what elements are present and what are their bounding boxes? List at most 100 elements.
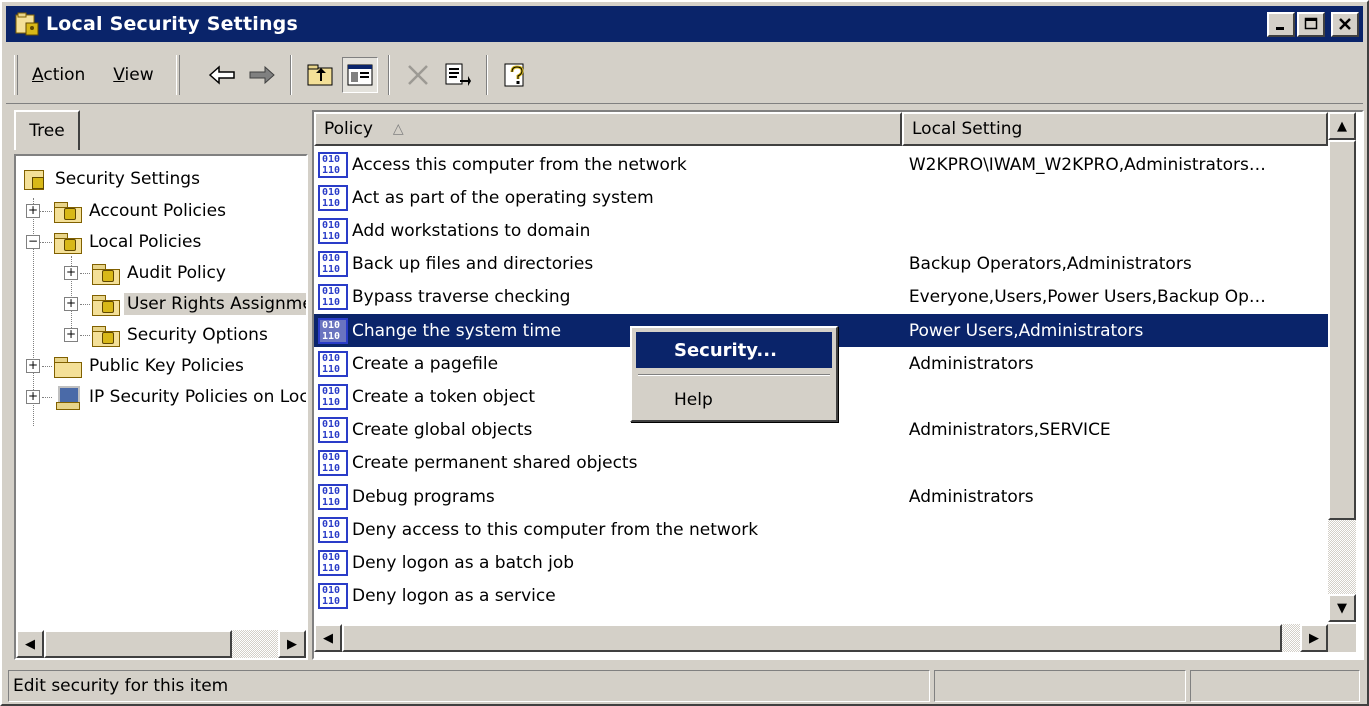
list-scroll-up-button[interactable]: ▲ (1328, 112, 1356, 140)
locked-folder-icon (52, 200, 82, 223)
policy-binary-icon: 010 110 (318, 417, 348, 444)
policy-name: Debug programs (352, 486, 495, 507)
toolbar-separator (188, 55, 194, 95)
locked-folder-icon (90, 324, 120, 347)
tree-scroll-left-button[interactable]: ◀ (16, 630, 44, 658)
expand-icon[interactable]: + (64, 297, 78, 311)
expand-icon[interactable]: + (64, 266, 78, 280)
menu-separator (638, 374, 830, 376)
scroll-corner (1328, 624, 1356, 652)
local-setting-value: Power Users,Administrators (908, 320, 1144, 341)
policy-name: Access this computer from the network (352, 154, 687, 175)
export-list-icon[interactable] (440, 57, 476, 93)
policy-binary-icon: 010 110 (318, 251, 348, 278)
policy-binary-icon: 010 110 (318, 483, 348, 510)
delete-icon[interactable] (400, 57, 436, 93)
window-controls (1267, 11, 1359, 37)
policy-name: Back up files and directories (352, 254, 594, 275)
local-setting-value: Administrators (908, 486, 1034, 507)
menu-action[interactable]: Action (18, 65, 99, 85)
toolbar-grip-2[interactable] (175, 54, 180, 95)
table-row[interactable]: 010 110 Create permanent shared objects (314, 447, 1328, 480)
policy-name: Bypass traverse checking (352, 287, 571, 308)
toolbar-separator (289, 54, 292, 95)
menu-item-help[interactable]: Help (636, 382, 832, 418)
table-row[interactable]: 010 110 Deny access to this computer from … (314, 513, 1328, 546)
title-bar[interactable]: Local Security Settings (6, 6, 1363, 42)
table-row[interactable]: 010 110 Deny logon as a service (314, 580, 1328, 613)
app-window: Local Security Settings Action View Tree… (0, 0, 1369, 706)
tree-item-public-key-policies[interactable]: + Public Key Policies (26, 351, 247, 381)
tab-tree[interactable]: Tree (14, 110, 80, 150)
table-row[interactable]: 010 110 Debug programs Administrators (314, 480, 1328, 513)
window-title: Local Security Settings (46, 13, 298, 35)
table-row[interactable]: 010 110 Bypass traverse checking Everyone,U… (314, 281, 1328, 314)
maximize-button[interactable] (1297, 11, 1325, 37)
policy-binary-icon: 010 110 (318, 151, 348, 178)
status-text: Edit security for this item (8, 670, 930, 702)
back-arrow-icon[interactable] (204, 57, 240, 93)
list-vscroll-thumb[interactable] (1328, 140, 1356, 520)
tree-item-audit-policy[interactable]: + Audit Policy (64, 258, 229, 288)
tree-scroll-track[interactable] (44, 630, 278, 658)
toolbar-separator (485, 54, 488, 95)
policy-binary-icon: 010 110 (318, 516, 348, 543)
column-header-policy[interactable]: Policy △ (314, 112, 902, 146)
local-setting-value: Everyone,Users,Power Users,Backup Op… (908, 287, 1266, 308)
table-row[interactable]: 010 110 Access this computer from the netw… (314, 148, 1328, 181)
status-pane-3 (1190, 670, 1360, 702)
list-scroll-right-button[interactable]: ▶ (1300, 624, 1328, 652)
policy-binary-icon: 010 110 (318, 450, 348, 477)
local-setting-value: Administrators,SERVICE (908, 420, 1111, 441)
folder-icon (52, 355, 82, 378)
policy-name: Create global objects (352, 420, 533, 441)
tree-item-local-policies[interactable]: − Local Policies (26, 227, 204, 257)
list-hscroll-thumb[interactable] (342, 624, 1282, 652)
security-settings-icon (22, 167, 46, 191)
policy-name: Deny access to this computer from the ne… (352, 519, 759, 540)
tree-item-security-options[interactable]: + Security Options (64, 320, 271, 350)
list-scroll-left-button[interactable]: ◀ (314, 624, 342, 652)
list-scroll-down-button[interactable]: ▼ (1328, 594, 1356, 622)
column-header-local-setting[interactable]: Local Setting (902, 112, 1328, 146)
policy-binary-icon: 010 110 (318, 383, 348, 410)
collapse-icon[interactable]: − (26, 235, 40, 249)
locked-folder-icon (52, 231, 82, 254)
toolbar-separator (387, 54, 390, 95)
menu-view[interactable]: View (99, 65, 167, 85)
policy-binary-icon: 010 110 (318, 284, 348, 311)
expand-icon[interactable]: + (26, 359, 40, 373)
list-vscroll-track[interactable] (1328, 140, 1356, 594)
forward-arrow-icon[interactable] (244, 57, 280, 93)
list-hscroll-track[interactable] (342, 624, 1300, 652)
policy-name: Deny logon as a batch job (352, 552, 575, 573)
close-button[interactable] (1331, 11, 1359, 37)
table-row[interactable]: 010 110 Back up files and directories Backu… (314, 248, 1328, 281)
expand-icon[interactable]: + (26, 390, 40, 404)
tree-item-user-rights-assignment[interactable]: + User Rights Assignment (64, 289, 306, 319)
tree-scroll-right-button[interactable]: ▶ (278, 630, 306, 658)
table-row[interactable]: 010 110 Add workstations to domain (314, 214, 1328, 247)
tree-item-security-settings[interactable]: Security Settings (22, 164, 203, 194)
policy-binary-icon: 010 110 (318, 217, 348, 244)
policy-list[interactable]: Policy △ Local Setting 010 110 Access this… (312, 110, 1364, 660)
policy-name: Act as part of the operating system (352, 187, 654, 208)
tree-item-account-policies[interactable]: + Account Policies (26, 196, 229, 226)
tree-view[interactable]: Security Settings + Account Policies − L… (14, 154, 308, 660)
menu-item-security[interactable]: Security... (636, 332, 832, 368)
expand-icon[interactable]: + (26, 204, 40, 218)
expand-icon[interactable]: + (64, 328, 78, 342)
table-row[interactable]: 010 110 Act as part of the operating syste… (314, 181, 1328, 214)
tree-item-ip-security-policies[interactable]: + IP Security Policies on Local Machine (26, 382, 306, 412)
table-row[interactable]: 010 110 Deny logon as a batch job (314, 546, 1328, 579)
policy-name: Deny logon as a service (352, 586, 556, 607)
show-hide-tree-icon[interactable] (341, 56, 378, 93)
help-icon[interactable] (498, 57, 534, 93)
policy-binary-icon: 010 110 (318, 549, 348, 576)
local-setting-value: Administrators (908, 353, 1034, 374)
context-menu: Security... Help (630, 326, 838, 422)
status-pane-2 (934, 670, 1186, 702)
tree-scroll-thumb[interactable] (44, 630, 232, 658)
up-one-level-icon[interactable] (302, 57, 338, 93)
minimize-button[interactable] (1267, 11, 1295, 37)
